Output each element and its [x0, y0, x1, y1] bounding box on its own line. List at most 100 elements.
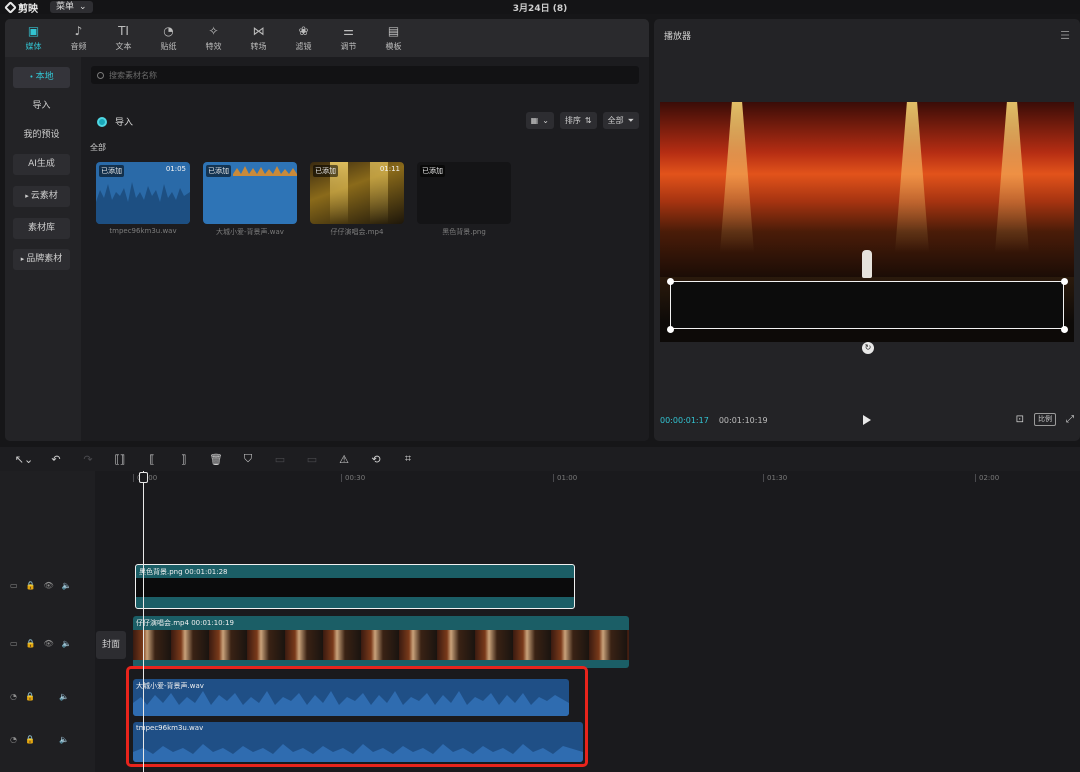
sticker-icon: ◔: [163, 24, 174, 38]
timeline-clip-video[interactable]: 仔仔演唱会.mp4 00:01:10:19: [133, 616, 629, 668]
lock-icon[interactable]: 🔒: [25, 735, 35, 744]
timeline[interactable]: 00:00 00:30 01:00 01:30 02:00 ▭ 🔒 👁 🔈 黑色…: [0, 471, 1080, 772]
tab-transition[interactable]: ⋈ 转场: [236, 19, 281, 57]
player-header: 播放器 ☰: [654, 19, 1080, 51]
sidebar-item-brand[interactable]: ▸ 品牌素材: [13, 249, 70, 270]
media-icon: ▣: [27, 24, 40, 38]
project-title: 3月24日 (8): [512, 3, 568, 14]
track-type-icon: ▭: [10, 639, 18, 648]
selected-overlay-box[interactable]: [670, 281, 1064, 329]
filter-label: 全部: [607, 116, 624, 125]
clip-thumbnail: [136, 578, 574, 597]
fullscreen-icon[interactable]: ⤢: [1066, 414, 1074, 425]
resize-handle-top-right[interactable]: [1061, 278, 1068, 285]
delete-icon[interactable]: 🗑: [200, 453, 232, 466]
shield-icon[interactable]: ⛉: [232, 452, 264, 466]
resource-tabs: ▣ 媒体 ♪ 音频 TI 文本 ◔ 贴纸 ✧ 特效 ⋈ 转场 ❀ 滤镜 ⚌ 调节 ▤ 模板: [5, 19, 649, 57]
media-item[interactable]: 已添加 01:05: [96, 162, 190, 224]
dot-icon: •: [29, 73, 34, 81]
mirror-icon[interactable]: ⚠: [328, 453, 360, 466]
split-right-icon[interactable]: ⟧: [168, 453, 200, 466]
import-label: 导入: [115, 118, 134, 128]
track-type-icon: ▭: [10, 581, 18, 590]
media-item[interactable]: 已添加: [417, 162, 511, 224]
freeze-icon[interactable]: ▭: [264, 453, 296, 466]
track-controls: ◔ 🔒 🔈: [10, 692, 69, 701]
video-preview[interactable]: [660, 102, 1074, 342]
timeline-clip-image[interactable]: 黑色背景.png 00:01:01:28: [135, 564, 575, 609]
media-panel: ▣ 媒体 ♪ 音频 TI 文本 ◔ 贴纸 ✧ 特效 ⋈ 转场 ❀ 滤镜 ⚌ 调节 ▤ 模板 • 本地…: [5, 19, 649, 441]
sidebar-item-library[interactable]: 素材库: [13, 218, 70, 239]
sidebar-item-ai[interactable]: AI生成: [13, 154, 70, 175]
menu-button[interactable]: 菜单 ⌄: [50, 1, 93, 13]
select-tool-icon[interactable]: ↖⌄: [8, 453, 40, 466]
search-input[interactable]: 搜索素材名称: [91, 66, 639, 84]
play-icon[interactable]: [863, 415, 871, 425]
tab-filter[interactable]: ❀ 滤镜: [281, 19, 326, 57]
ruler-label: 01:30: [767, 474, 788, 482]
effect-icon: ✧: [208, 24, 219, 38]
sidebar-item-cloud[interactable]: ▸ 云素材: [13, 186, 70, 207]
tab-audio[interactable]: ♪ 音频: [56, 19, 101, 57]
ruler-label: 01:00: [557, 474, 578, 482]
media-item-name: 大城小爱-背景声.wav: [216, 228, 284, 236]
lock-icon[interactable]: 🔒: [26, 639, 36, 648]
tab-adjust[interactable]: ⚌ 调节: [326, 19, 371, 57]
track-controls: ▭ 🔒 👁 🔈: [10, 639, 72, 648]
resize-handle-top-left[interactable]: [667, 278, 674, 285]
volume-icon[interactable]: 🔈: [62, 639, 72, 648]
duration-label: 01:11: [379, 165, 400, 173]
ratio-button[interactable]: 比例: [1034, 413, 1056, 426]
sidebar-item-label: 本地: [35, 72, 54, 82]
tab-effect[interactable]: ✧ 特效: [191, 19, 236, 57]
eye-icon[interactable]: 👁: [44, 639, 54, 648]
volume-icon[interactable]: 🔈: [59, 692, 69, 701]
lock-icon[interactable]: 🔒: [26, 581, 36, 590]
split-left-icon[interactable]: ⟦: [136, 453, 168, 466]
volume-icon[interactable]: 🔈: [62, 581, 72, 590]
player-right-controls: ⊡ 比例 ⤢: [1016, 413, 1074, 426]
ruler-label: 00:30: [345, 474, 366, 482]
time-ruler[interactable]: 00:00 00:30 01:00 01:30 02:00: [95, 471, 1080, 487]
tab-label: 文本: [115, 42, 132, 51]
split-icon[interactable]: ⟦⟧: [104, 453, 136, 466]
sidebar-item-presets[interactable]: 我的预设: [13, 125, 70, 146]
tab-template[interactable]: ▤ 模板: [371, 19, 416, 57]
sidebar-item-local[interactable]: • 本地: [13, 67, 70, 88]
timeline-toolbar: ↖⌄ ↶ ↷ ⟦⟧ ⟦ ⟧ 🗑 ⛉ ▭ ▭ ⚠ ⟲ ⌗: [0, 447, 1080, 471]
playhead-handle[interactable]: [139, 472, 148, 483]
section-label: 全部: [90, 143, 106, 152]
resize-handle-bottom-right[interactable]: [1061, 326, 1068, 333]
lock-icon[interactable]: 🔒: [25, 692, 35, 701]
tab-text[interactable]: TI 文本: [101, 19, 146, 57]
resize-handle-bottom-left[interactable]: [667, 326, 674, 333]
template-icon: ▤: [387, 24, 400, 38]
rotate-icon[interactable]: ⟲: [360, 453, 392, 466]
tab-sticker[interactable]: ◔ 贴纸: [146, 19, 191, 57]
duration-label: 01:05: [165, 165, 186, 173]
media-item[interactable]: 已添加 01:11: [310, 162, 404, 224]
crop-icon[interactable]: ⌗: [392, 452, 424, 466]
hamburger-menu-icon[interactable]: ☰: [1060, 29, 1070, 42]
rotate-icon[interactable]: ↻: [862, 342, 874, 354]
added-badge: 已添加: [420, 165, 445, 177]
import-button[interactable]: 导入: [97, 115, 133, 128]
filter-button[interactable]: 全部 ⏷: [602, 112, 639, 129]
eye-icon[interactable]: 👁: [44, 581, 54, 590]
audio-track-icon: ◔: [10, 735, 17, 744]
player-panel: 播放器 ☰ ↻ 00:00:01:17 00:01:10:19 ⊡ 比例 ⤢: [654, 19, 1080, 441]
undo-icon[interactable]: ↶: [40, 453, 72, 466]
view-toggle-button[interactable]: ▦ ⌄: [525, 112, 554, 129]
sort-button[interactable]: 排序 ⇅: [559, 112, 597, 129]
sidebar-item-import[interactable]: 导入: [13, 96, 70, 117]
tab-label: 音频: [70, 42, 87, 51]
playhead[interactable]: [143, 471, 144, 772]
tab-media[interactable]: ▣ 媒体: [11, 19, 56, 57]
sidebar-item-label: 我的预设: [23, 130, 60, 140]
volume-icon[interactable]: 🔈: [59, 735, 69, 744]
redo-icon[interactable]: ↷: [72, 453, 104, 466]
media-item[interactable]: 已添加: [203, 162, 297, 224]
crop-icon[interactable]: ⊡: [1016, 414, 1024, 425]
reverse-icon[interactable]: ▭: [296, 453, 328, 466]
cover-button[interactable]: 封面: [96, 631, 126, 659]
